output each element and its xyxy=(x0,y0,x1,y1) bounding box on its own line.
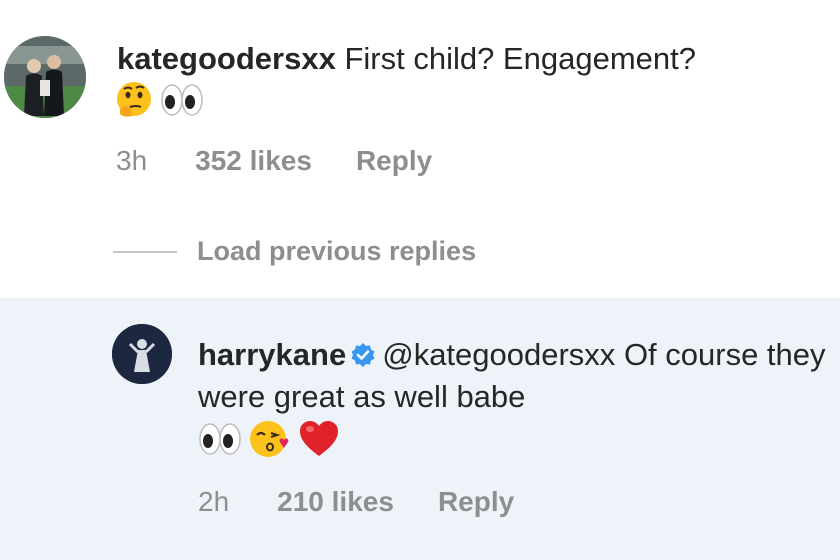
eyes-emoji xyxy=(198,419,242,464)
face-blowing-kiss-emoji xyxy=(248,418,292,465)
comment-likes[interactable]: 352 likes xyxy=(195,145,312,177)
avatar-kategoodersxx[interactable] xyxy=(4,36,86,118)
comment-kategoodersxx: kategoodersxx First child? Engagement? 3… xyxy=(0,0,840,298)
reply-button[interactable]: Reply xyxy=(438,486,514,518)
reply-likes[interactable]: 210 likes xyxy=(277,486,394,518)
comment-emojis xyxy=(114,80,204,125)
reply-username[interactable]: harrykane xyxy=(198,337,346,372)
load-previous-replies[interactable]: Load previous replies xyxy=(113,236,476,267)
eyes-emoji xyxy=(160,80,204,125)
red-heart-emoji xyxy=(298,419,340,464)
reply-emojis xyxy=(198,418,340,465)
comment-body: First child? Engagement? xyxy=(344,41,696,76)
reply-mention[interactable]: @kategoodersxx xyxy=(382,337,615,372)
comment-text: kategoodersxx First child? Engagement? xyxy=(117,38,832,80)
comment-meta: 3h 352 likes Reply xyxy=(116,145,432,177)
thinking-face-emoji xyxy=(114,80,154,125)
load-previous-label[interactable]: Load previous replies xyxy=(197,236,476,267)
reply-text: harrykane @kategoodersxx Of course they w… xyxy=(198,334,828,418)
avatar-harrykane[interactable] xyxy=(112,324,172,384)
comment-username[interactable]: kategoodersxx xyxy=(117,41,336,76)
reply-time: 2h xyxy=(198,486,230,517)
reply-meta: 2h 210 likes Reply xyxy=(198,486,514,518)
load-previous-divider xyxy=(113,250,177,253)
verified-badge-icon xyxy=(350,337,376,367)
comment-time: 3h xyxy=(116,145,148,176)
reply-button[interactable]: Reply xyxy=(356,145,432,177)
